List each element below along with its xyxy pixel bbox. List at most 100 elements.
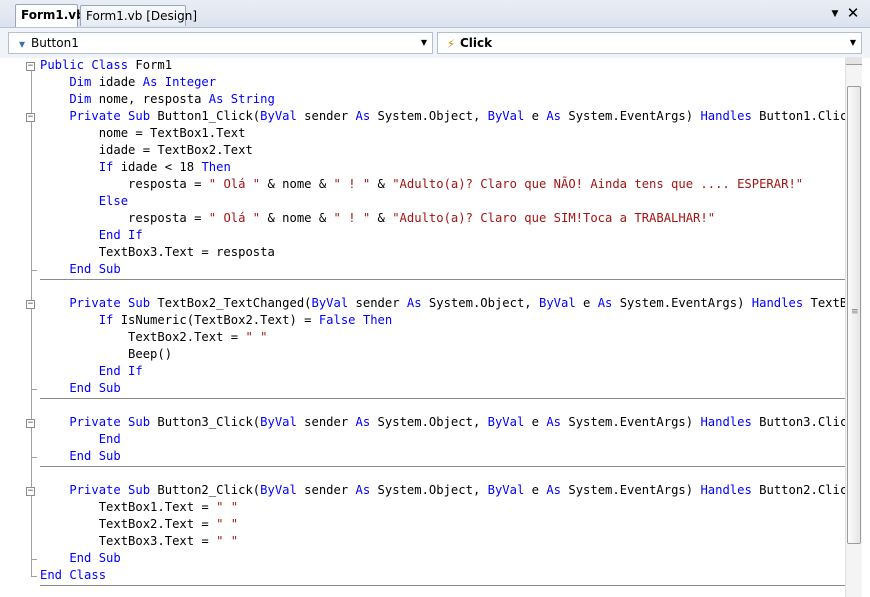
outline-guide	[31, 71, 32, 576]
code-token: idade = TextBox2.Text	[40, 143, 253, 157]
code-token: idade < 18	[113, 160, 202, 174]
close-icon[interactable]: ✕	[845, 5, 861, 21]
navigation-bar: ▾ Button1 ▼ ⚡ Click ▼	[0, 28, 870, 59]
code-line[interactable]: TextBox1.Text = " "	[40, 499, 238, 516]
code-line[interactable]: Beep()	[40, 346, 172, 363]
code-line[interactable]: End	[40, 431, 121, 448]
outline-end	[31, 559, 37, 560]
code-token: System.EventArgs)	[561, 109, 701, 123]
code-token: Button1_Click(	[157, 109, 261, 123]
code-line[interactable]: End Sub	[40, 448, 121, 465]
code-token: System.Object,	[421, 296, 539, 310]
collapse-sub-icon[interactable]: −	[26, 487, 35, 496]
code-line[interactable]: Dim nome, resposta As String	[40, 91, 275, 108]
code-token: e	[524, 415, 547, 429]
collapse-class-icon[interactable]: −	[26, 62, 35, 71]
code-line[interactable]: Public Class Form1	[40, 58, 172, 74]
code-editor[interactable]: Public Class Form1 Dim idade As Integer …	[0, 58, 845, 597]
keyword-token: Private Sub	[40, 109, 158, 123]
splitter-handle[interactable]	[846, 57, 862, 65]
string-token: "Adulto(a)? Claro que SIM!Toca a TRABALH…	[392, 211, 716, 225]
string-token: " Olá "	[208, 177, 261, 191]
keyword-token: ByVal	[487, 109, 525, 123]
tab-form1-vb[interactable]: Form1.vb	[15, 4, 85, 27]
code-line[interactable]: TextBox3.Text = resposta	[40, 244, 275, 261]
code-line[interactable]: End If	[40, 227, 143, 244]
keyword-token: Then	[201, 160, 231, 174]
code-token: resposta =	[40, 177, 209, 191]
keyword-token: End Sub	[40, 262, 121, 276]
code-line[interactable]: Private Sub Button2_Click(ByVal sender A…	[40, 482, 845, 499]
keyword-token: ByVal	[538, 296, 576, 310]
class-name-dropdown[interactable]: ▾ Button1 ▼	[8, 32, 433, 54]
code-line[interactable]: End If	[40, 363, 143, 380]
code-token: sender	[296, 415, 356, 429]
chevron-down-icon[interactable]: ▼	[829, 7, 841, 21]
collapse-sub-icon[interactable]: −	[26, 113, 35, 122]
collapse-sub-icon[interactable]: −	[26, 419, 35, 428]
code-token: Button2_Click(	[157, 483, 261, 497]
code-line[interactable]: TextBox2.Text = " "	[40, 329, 267, 346]
keyword-token: End Sub	[40, 449, 121, 463]
code-line[interactable]: Private Sub Button3_Click(ByVal sender A…	[40, 414, 845, 431]
method-separator	[40, 466, 845, 467]
code-token: nome, resposta	[98, 92, 209, 106]
code-line[interactable]: TextBox2.Text = " "	[40, 516, 238, 533]
scrollbar-thumb[interactable]: ≡	[847, 86, 861, 544]
vertical-scrollbar[interactable]: ≡	[845, 57, 863, 597]
code-line[interactable]: idade = TextBox2.Text	[40, 142, 253, 159]
string-token: " "	[216, 534, 239, 548]
keyword-token: End If	[40, 228, 143, 242]
code-line[interactable]: nome = TextBox1.Text	[40, 125, 246, 142]
chevron-down-icon[interactable]: ▼	[419, 33, 429, 53]
string-token: " Olá "	[208, 211, 261, 225]
code-line[interactable]: Private Sub TextBox2_TextChanged(ByVal s…	[40, 295, 845, 312]
code-line[interactable]: End Sub	[40, 261, 121, 278]
code-token: e	[524, 109, 547, 123]
keyword-token: As String	[208, 92, 275, 106]
editor-margin	[0, 58, 24, 597]
keyword-token: Handles	[700, 483, 752, 497]
code-line[interactable]: resposta = " Olá " & nome & " ! " & "Adu…	[40, 176, 803, 193]
code-token: Button2.Click	[751, 483, 845, 497]
code-line[interactable]: If IsNumeric(TextBox2.Text) = False Then	[40, 312, 393, 329]
code-line[interactable]: Dim idade As Integer	[40, 74, 216, 91]
code-line[interactable]: TextBox3.Text = " "	[40, 533, 238, 550]
chevron-down-icon[interactable]: ▼	[848, 33, 858, 53]
code-token: TextBox2.Text =	[40, 517, 217, 531]
string-token: " "	[245, 330, 268, 344]
code-line[interactable]: Private Sub Button1_Click(ByVal sender A…	[40, 108, 845, 125]
code-token: idade	[98, 75, 143, 89]
keyword-token: As	[406, 296, 422, 310]
code-line[interactable]: resposta = " Olá " & nome & " ! " & "Adu…	[40, 210, 715, 227]
control-icon: ▾	[18, 37, 26, 51]
keyword-token: ByVal	[260, 483, 297, 497]
keyword-token: If	[40, 313, 114, 327]
code-line[interactable]: If idade < 18 Then	[40, 159, 231, 176]
string-token: " "	[216, 517, 239, 531]
code-token: TextBox2.Text =	[40, 330, 246, 344]
code-line[interactable]: Else	[40, 193, 128, 210]
collapse-sub-icon[interactable]: −	[26, 300, 35, 309]
code-line[interactable]: End Class	[40, 567, 106, 584]
keyword-token: End Sub	[40, 381, 121, 395]
code-line[interactable]: End Sub	[40, 550, 121, 567]
code-line[interactable]: End Sub	[40, 380, 121, 397]
outline-end	[31, 457, 37, 458]
code-token: & nome &	[260, 177, 334, 191]
event-lightning-icon: ⚡	[446, 37, 456, 51]
code-token: System.Object,	[370, 415, 488, 429]
keyword-token: Private Sub	[40, 415, 158, 429]
keyword-token: End Sub	[40, 551, 121, 565]
code-token: TextBox2.TextChanged	[810, 296, 846, 310]
keyword-token: As	[546, 109, 562, 123]
tab-form1-design[interactable]: Form1.vb [Design]	[80, 5, 197, 26]
code-token: nome = TextBox1.Text	[40, 126, 246, 140]
method-separator	[40, 398, 845, 399]
keyword-token: False Then	[318, 313, 393, 327]
outline-end	[31, 270, 37, 271]
code-token: Button3_Click(	[157, 415, 261, 429]
method-name-dropdown[interactable]: ⚡ Click ▼	[437, 32, 862, 54]
code-token: System.EventArgs)	[612, 296, 752, 310]
code-token: Form1	[135, 58, 173, 72]
